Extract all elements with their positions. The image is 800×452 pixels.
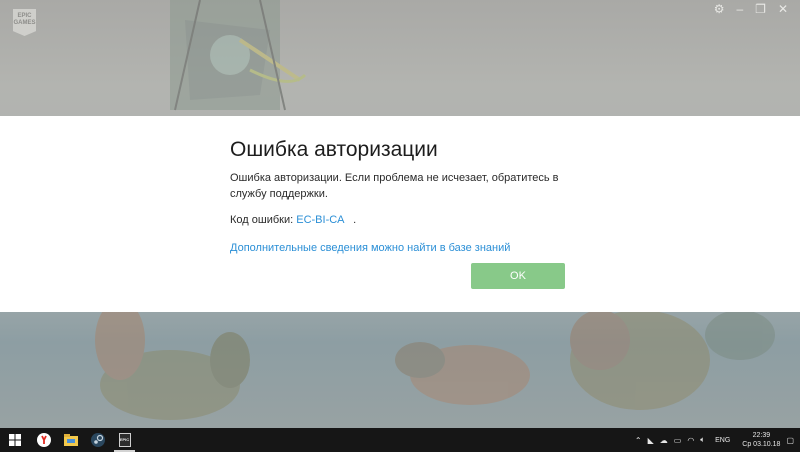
dialog-title: Ошибка авторизации bbox=[230, 138, 438, 161]
file-explorer-icon bbox=[63, 434, 78, 446]
ok-button[interactable]: OK bbox=[471, 263, 565, 289]
volume-icon[interactable]: 🔈︎ bbox=[700, 435, 705, 445]
epic-games-icon: EPIC bbox=[118, 433, 131, 447]
error-code-value[interactable]: EC-BI-CA bbox=[296, 214, 344, 226]
error-code-row: Код ошибки: EC-BI-CA . bbox=[230, 214, 356, 226]
onedrive-icon[interactable]: ☁ bbox=[660, 436, 668, 445]
knowledge-base-link[interactable]: Дополнительные сведения можно найти в ба… bbox=[230, 242, 510, 254]
window-controls: ⚙ – ❐ ✕ bbox=[714, 2, 788, 16]
start-button[interactable] bbox=[0, 428, 30, 452]
taskbar: EPIC ⌃ ◣ ☁ ▭ ◠ 🔈︎ ENG 22:39 Ср 03.10.18 … bbox=[0, 428, 800, 452]
dialog-message: Ошибка авторизации. Если проблема не исч… bbox=[230, 172, 559, 200]
error-code-suffix: . bbox=[353, 214, 357, 226]
taskbar-app-yandex[interactable] bbox=[30, 428, 57, 452]
close-icon[interactable]: ✕ bbox=[778, 2, 788, 16]
gear-icon[interactable]: ⚙ bbox=[714, 2, 725, 16]
steam-icon bbox=[90, 433, 105, 447]
error-code-label: Код ошибки: bbox=[230, 214, 294, 226]
language-indicator[interactable]: ENG bbox=[715, 437, 730, 444]
taskbar-app-explorer[interactable] bbox=[57, 428, 84, 452]
maximize-icon[interactable]: ❐ bbox=[755, 2, 766, 16]
yandex-browser-icon bbox=[36, 433, 51, 447]
clock[interactable]: 22:39 Ср 03.10.18 bbox=[742, 431, 780, 449]
taskbar-app-steam[interactable] bbox=[84, 428, 111, 452]
clock-time: 22:39 bbox=[752, 432, 771, 439]
clock-date: Ср 03.10.18 bbox=[742, 441, 781, 448]
notifications-icon[interactable]: ▢ bbox=[786, 436, 794, 445]
error-dialog: Ошибка авторизации Ошибка авторизации. Е… bbox=[0, 116, 800, 312]
epic-taskbar-label: EPIC bbox=[119, 437, 130, 442]
battery-icon[interactable]: ▭ bbox=[674, 436, 682, 445]
system-tray: ⌃ ◣ ☁ ▭ ◠ 🔈︎ ENG 22:39 Ср 03.10.18 ▢ bbox=[635, 428, 800, 452]
chevron-up-icon[interactable]: ⌃ bbox=[635, 436, 642, 445]
taskbar-app-epic[interactable]: EPIC bbox=[111, 428, 138, 452]
minimize-icon[interactable]: – bbox=[736, 2, 743, 16]
epic-games-logo: EPIC GAMES bbox=[13, 9, 36, 36]
windows-icon bbox=[9, 434, 21, 446]
wifi-icon[interactable]: ◠ bbox=[687, 436, 694, 445]
network-status-icon[interactable]: ◣ bbox=[648, 436, 654, 445]
